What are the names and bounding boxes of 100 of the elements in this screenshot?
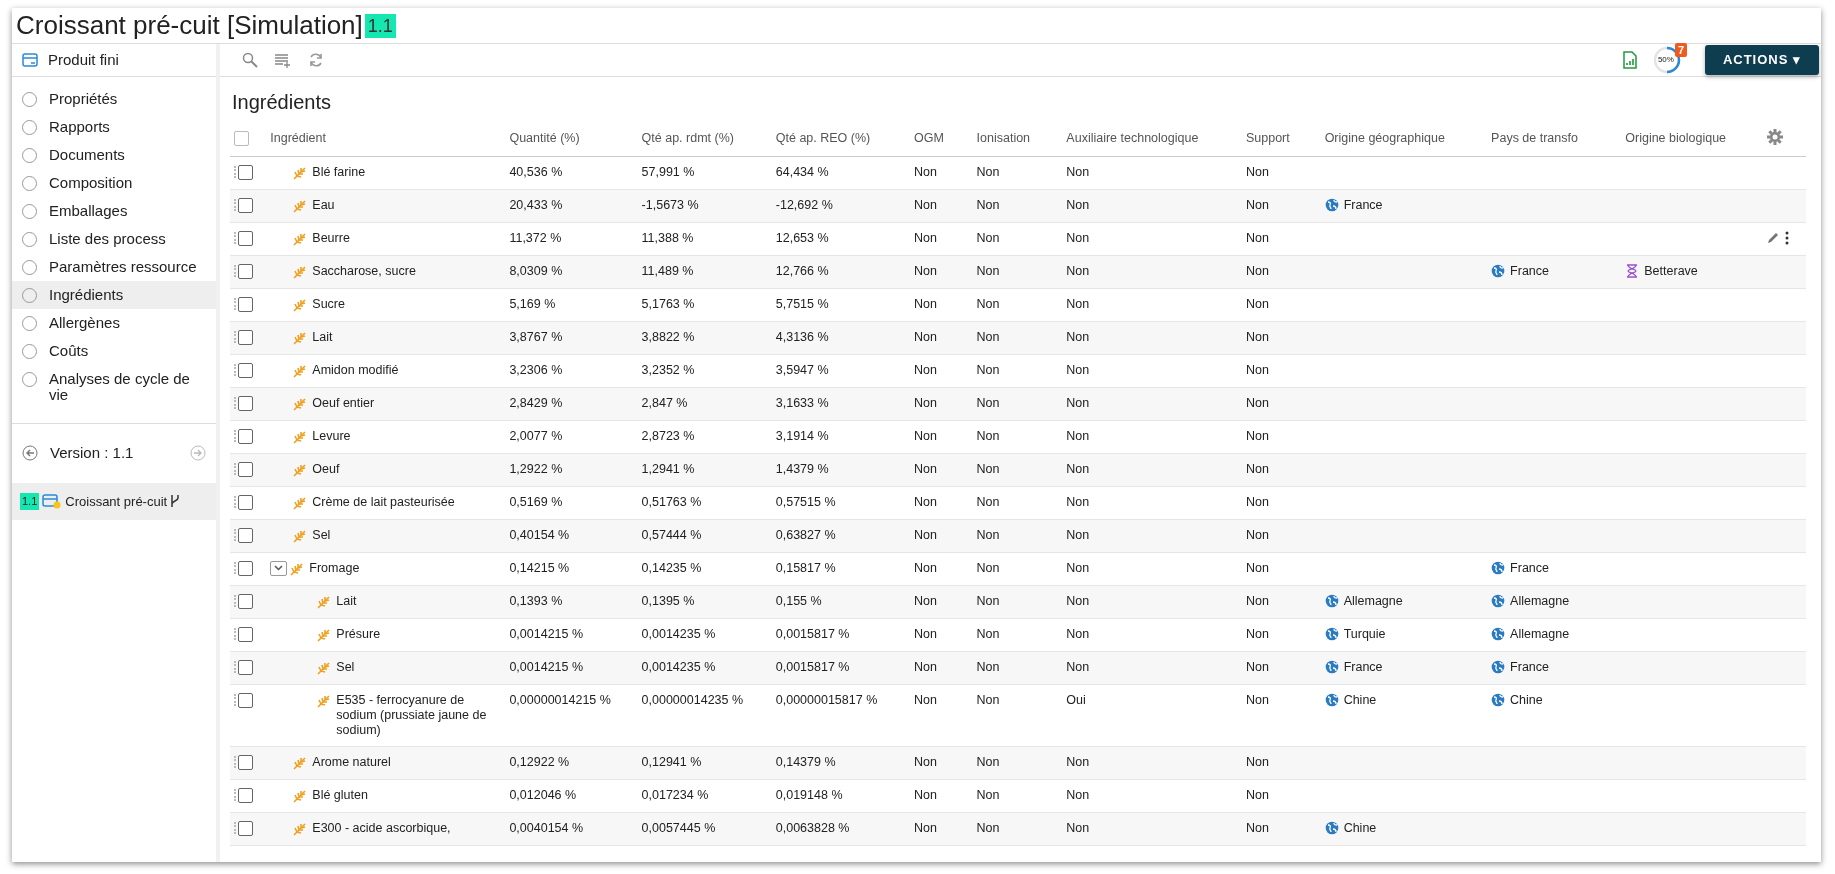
- sidebar-item[interactable]: Rapports: [12, 113, 216, 141]
- table-cell: Non: [976, 395, 1000, 410]
- column-header[interactable]: Origine géographique: [1324, 131, 1445, 145]
- select-all-checkbox[interactable]: [234, 131, 249, 147]
- column-header[interactable]: Auxiliaire technologique: [1066, 131, 1199, 145]
- refresh-icon[interactable]: [308, 52, 324, 68]
- version-item-name[interactable]: Croissant pré-cuit: [65, 491, 168, 511]
- wheat-icon: [292, 197, 308, 214]
- table-cell: Non: [914, 395, 937, 410]
- table-cell: 0,00000014215 %: [509, 692, 611, 707]
- table-cell: 12,766 %: [775, 263, 829, 278]
- ingredient-name: Lait: [336, 593, 357, 609]
- row-checkbox[interactable]: [238, 787, 253, 803]
- row-checkbox[interactable]: [238, 164, 253, 180]
- table-cell: 0,0014215 %: [509, 626, 584, 641]
- row-checkbox[interactable]: [238, 593, 253, 609]
- row-checkbox[interactable]: [238, 494, 253, 510]
- row-checkbox[interactable]: [238, 263, 253, 279]
- table-cell: Non: [1245, 428, 1269, 443]
- table-cell: 5,7515 %: [775, 296, 829, 311]
- sidebar-item[interactable]: Emballages: [12, 197, 216, 225]
- globe-icon: [1324, 593, 1339, 608]
- table-cell: 0,00000014235 %: [641, 692, 744, 707]
- expand-toggle[interactable]: [270, 560, 288, 576]
- sidebar-item[interactable]: Composition: [12, 169, 216, 197]
- table-cell: Non: [914, 659, 937, 674]
- sidebar-item[interactable]: Ingrédients: [12, 281, 216, 309]
- ingredient-name: E300 - acide ascorbique,: [312, 820, 451, 836]
- column-header[interactable]: Quantité (%): [509, 131, 580, 145]
- sidebar-item[interactable]: Paramètres ressource: [12, 253, 216, 281]
- row-checkbox[interactable]: [238, 527, 253, 543]
- ingredient-name: Beurre: [312, 230, 350, 246]
- table-cell: 4,3136 %: [775, 329, 829, 344]
- more-options-icon[interactable]: [1784, 230, 1789, 245]
- ingredient-name: Sel: [312, 527, 331, 543]
- row-checkbox[interactable]: [238, 428, 253, 444]
- column-header[interactable]: Ionisation: [976, 131, 1031, 145]
- ingredient-name: Blé farine: [312, 164, 366, 180]
- row-checkbox[interactable]: [238, 329, 253, 345]
- table-cell: Non: [976, 164, 1000, 179]
- sidebar-item[interactable]: Liste des process: [12, 225, 216, 253]
- row-checkbox[interactable]: [238, 754, 253, 770]
- wheat-icon: [292, 164, 308, 181]
- row-checkbox[interactable]: [238, 362, 253, 378]
- row-checkbox[interactable]: [238, 626, 253, 642]
- column-header[interactable]: Qté ap. REO (%): [775, 131, 871, 145]
- table-cell: Allemagne: [1343, 593, 1403, 608]
- ingredient-name: Présure: [336, 626, 381, 642]
- sidebar-item[interactable]: Coûts: [12, 337, 216, 365]
- globe-icon: [1491, 593, 1506, 608]
- search-icon[interactable]: [242, 52, 258, 68]
- ingredient-name: Crème de lait pasteurisée: [312, 494, 455, 510]
- column-header[interactable]: Support: [1245, 131, 1290, 145]
- table-cell: Non: [914, 787, 937, 802]
- sidebar-item[interactable]: Documents: [12, 141, 216, 169]
- table-cell: Non: [976, 754, 1000, 769]
- wheat-icon: [292, 787, 308, 804]
- row-checkbox[interactable]: [238, 230, 253, 246]
- table-cell: Non: [914, 230, 937, 245]
- sidebar-item[interactable]: Allergènes: [12, 309, 216, 337]
- pencil-icon[interactable]: [1765, 230, 1780, 245]
- table-cell: Chine: [1343, 820, 1377, 835]
- table-cell: Chine: [1510, 692, 1543, 707]
- column-header[interactable]: Qté ap. rdmt (%): [641, 131, 734, 145]
- column-header[interactable]: Origine biologique: [1625, 131, 1727, 145]
- row-checkbox[interactable]: [238, 659, 253, 675]
- table-cell: Non: [1245, 362, 1269, 377]
- table-cell: Non: [914, 593, 937, 608]
- row-checkbox[interactable]: [238, 395, 253, 411]
- row-checkbox[interactable]: [238, 197, 253, 213]
- table-cell: 8,0309 %: [509, 263, 563, 278]
- table-cell: Non: [1245, 593, 1269, 608]
- row-checkbox[interactable]: [238, 560, 253, 576]
- column-header[interactable]: OGM: [914, 131, 944, 145]
- row-checkbox[interactable]: [238, 296, 253, 312]
- table-cell: 20,433 %: [509, 197, 563, 212]
- wheat-icon: [292, 494, 308, 511]
- table-cell: 11,388 %: [641, 230, 694, 245]
- sidebar-item[interactable]: Analyses de cycle de vie: [12, 365, 216, 409]
- table-cell: 1,2941 %: [641, 461, 695, 476]
- table-cell: 0,1395 %: [641, 593, 695, 608]
- sidebar-item[interactable]: Propriétés: [12, 85, 216, 113]
- table-cell: 5,169 %: [509, 296, 556, 311]
- table-cell: 0,5169 %: [509, 494, 563, 509]
- page-title: Croissant pré-cuit [Simulation]: [16, 9, 363, 42]
- globe-icon: [1491, 626, 1506, 641]
- table-cell: 3,1914 %: [775, 428, 829, 443]
- table-cell: Non: [914, 329, 937, 344]
- actions-button[interactable]: ACTIONS ▾: [1704, 45, 1819, 75]
- spreadsheet-icon[interactable]: [1622, 51, 1637, 69]
- row-checkbox[interactable]: [238, 461, 253, 477]
- row-checkbox[interactable]: [238, 820, 253, 836]
- column-header[interactable]: Ingrédient: [270, 131, 326, 145]
- table-cell: Non: [1245, 395, 1269, 410]
- ingredient-name: Sucre: [312, 296, 345, 312]
- table-cell: Non: [1066, 461, 1090, 476]
- wheat-icon: [292, 263, 308, 280]
- settings-icon[interactable]: [1765, 128, 1784, 146]
- row-checkbox[interactable]: [238, 692, 253, 708]
- column-header[interactable]: Pays de transfo: [1491, 131, 1578, 145]
